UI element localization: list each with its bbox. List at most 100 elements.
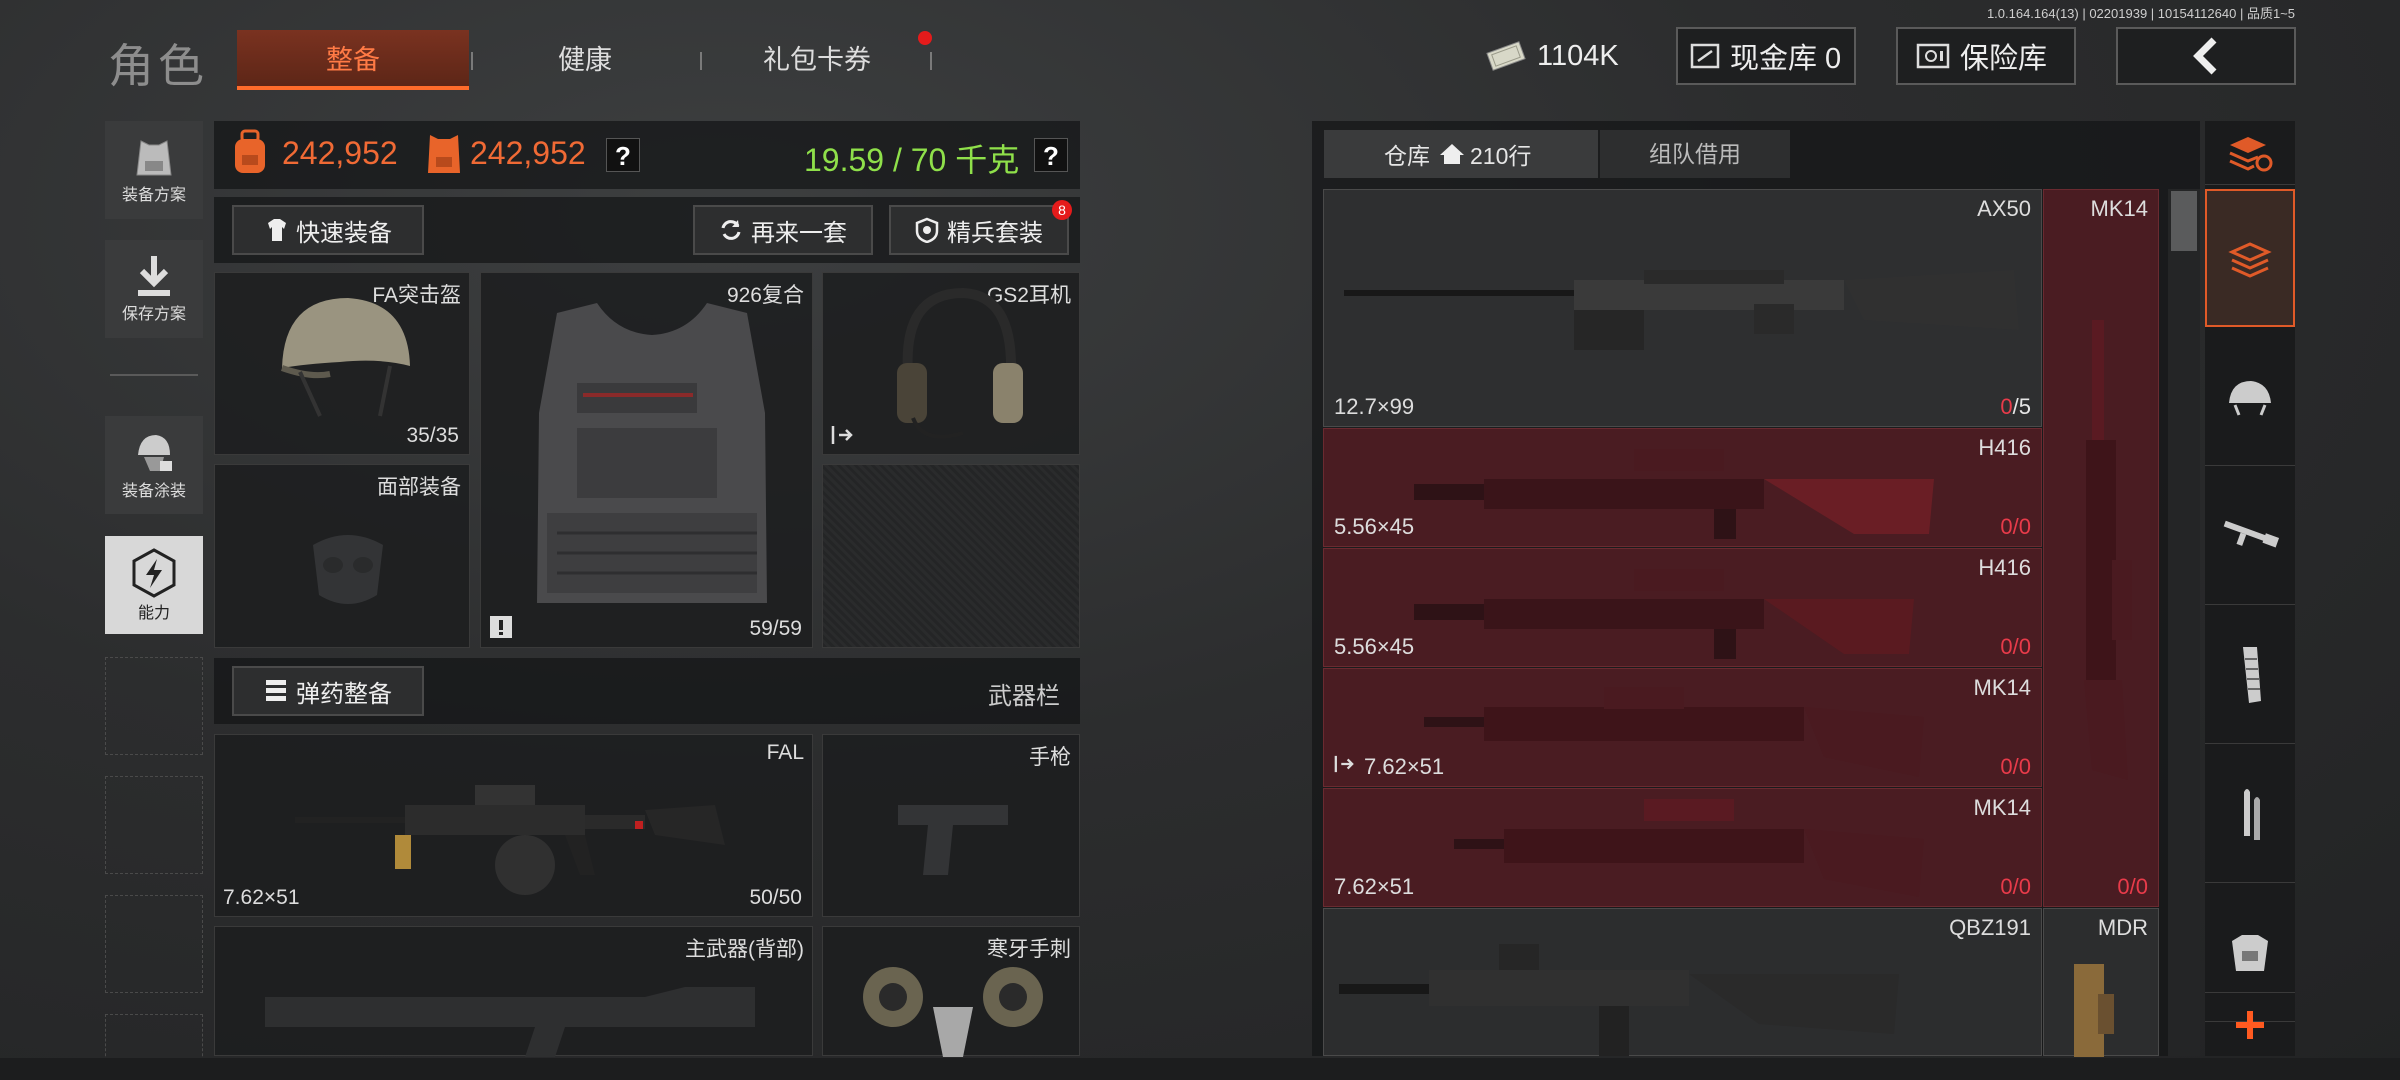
- weapon-card-ax50[interactable]: AX50 12.7×99 0/5: [1323, 189, 2042, 427]
- headset-image: [897, 287, 1023, 439]
- weapon-card-qbz191[interactable]: QBZ191: [1323, 908, 2042, 1056]
- weapon-ammo-used: 0: [2000, 514, 2013, 539]
- face-slot[interactable]: 面部装备: [214, 464, 470, 648]
- all-items-icon: [2228, 242, 2272, 278]
- warehouse-scrollbar[interactable]: [2168, 189, 2200, 1056]
- mask-placeholder-icon: [313, 535, 383, 604]
- melee-slot[interactable]: 寒牙手刺: [822, 926, 1080, 1057]
- mk14-vertical-image: [2084, 320, 2132, 780]
- bottom-bar: [0, 1058, 2400, 1080]
- tab-warehouse[interactable]: 仓库 210行: [1324, 130, 1598, 178]
- back-weapon-slot[interactable]: 主武器(背部): [214, 926, 813, 1057]
- scroll-thumb[interactable]: [2171, 191, 2197, 251]
- armor-value-icon: [428, 135, 460, 173]
- weapon-ammo-used: 0: [2000, 754, 2013, 779]
- action-bar: 快速装备 再来一套 精兵套装 8: [214, 197, 1080, 263]
- refresh-icon: [721, 220, 741, 240]
- weapon-card-mk14[interactable]: MK14 7.62×51 0/0: [1323, 788, 2042, 907]
- save-plan-button[interactable]: 保存方案: [105, 240, 203, 338]
- help-button[interactable]: ?: [606, 138, 640, 172]
- headset-slot[interactable]: GS2耳机: [822, 272, 1080, 455]
- weapon-card-h416[interactable]: H416 5.56×45 0/0: [1323, 428, 2042, 547]
- insurance-vault-button[interactable]: 保险库: [1896, 27, 2076, 85]
- weapon-card-mdr[interactable]: MDR: [2043, 908, 2159, 1057]
- weapon-card-mk14[interactable]: MK14 7.62×51 0/0: [1323, 668, 2042, 787]
- weapon-caliber: 5.56×45: [1334, 514, 1415, 539]
- weapon-name: MK14: [1973, 795, 2031, 820]
- money-display: 1104K: [1485, 27, 1635, 85]
- weapon-caliber: 7.62×51: [1364, 754, 1445, 779]
- back-arrow-icon: [2193, 37, 2217, 75]
- weapon-name: MK14: [2090, 196, 2148, 221]
- category-magazine[interactable]: [2205, 606, 2295, 744]
- again-button[interactable]: 再来一套: [693, 205, 873, 255]
- tab-health[interactable]: 健康: [480, 30, 690, 90]
- weapon-ammo-used: 0: [2000, 634, 2013, 659]
- category-helmet[interactable]: [2205, 328, 2295, 466]
- weapon-ammo-max: 0: [2135, 874, 2148, 899]
- weapon-card-h416[interactable]: H416 5.56×45 0/0: [1323, 548, 2042, 667]
- category-all[interactable]: [2205, 189, 2295, 327]
- tab-divider: [471, 52, 473, 70]
- backpack-icon: [235, 129, 265, 173]
- ammo-prep-button[interactable]: 弹药整备: [232, 666, 424, 716]
- back-button[interactable]: [2116, 27, 2296, 85]
- tab-team-borrow[interactable]: 组队借用: [1600, 130, 1790, 178]
- armor-image: [537, 303, 767, 603]
- quick-equip-button[interactable]: 快速装备: [232, 205, 424, 255]
- weapon-name: MK14: [1973, 675, 2031, 700]
- helmet-slot[interactable]: FA突击盔 35/35: [214, 272, 470, 455]
- download-icon: [138, 256, 170, 296]
- ability-button[interactable]: 能力: [105, 536, 203, 634]
- primary-weapon-name: FAL: [766, 741, 804, 764]
- empty-sidebar-slot: [105, 895, 203, 993]
- ax50-rifle-image: [1344, 270, 2019, 350]
- qbz191-rifle-image: [1339, 944, 1899, 1056]
- primary-weapon-slot[interactable]: FAL 7.62×51 50/50: [214, 734, 813, 917]
- weapon-ammo-max: 0: [2018, 754, 2031, 779]
- exit-icon: [1334, 755, 1354, 773]
- cash-vault-button[interactable]: 现金库 0: [1676, 27, 1856, 85]
- home-icon: [1440, 144, 1464, 164]
- vault-icon: [1690, 43, 1720, 69]
- money-value: 1104K: [1537, 39, 1619, 72]
- equip-plan-button[interactable]: 装备方案: [105, 121, 203, 219]
- page-title: 角色: [108, 40, 208, 92]
- weapon-card-mk14-vertical[interactable]: MK14 0/0: [2043, 189, 2159, 907]
- insurance-vault-label: 保险库: [1960, 43, 2048, 75]
- primary-ammo-count: 50/50: [749, 886, 802, 909]
- knuckle-knife-image: [863, 967, 1043, 1057]
- sidebar-divider: [110, 374, 198, 376]
- cash-vault-label: 现金库 0: [1730, 43, 1842, 75]
- elite-set-button[interactable]: 精兵套装: [889, 205, 1069, 255]
- skin-button[interactable]: 装备涂装: [105, 416, 203, 514]
- category-rifle[interactable]: [2205, 467, 2295, 605]
- weapon-name: MDR: [2097, 915, 2148, 940]
- add-category-button[interactable]: [2205, 992, 2295, 1056]
- weapon-ammo-used: 0: [2000, 394, 2013, 419]
- weapon-ammo-max: 0: [2018, 874, 2031, 899]
- warehouse-rows: 210行: [1470, 143, 1532, 169]
- primary-caliber: 7.62×51: [223, 886, 300, 909]
- weapon-ammo-max: 0: [2018, 514, 2031, 539]
- sidebar-item-label: 装备方案: [121, 187, 186, 204]
- pistol-slot[interactable]: 手枪: [822, 734, 1080, 917]
- elite-set-label: 精兵套装: [947, 219, 1043, 247]
- helmet-icon: [2229, 380, 2271, 416]
- insured-icon: [490, 616, 512, 638]
- weight-help-button[interactable]: ?: [1034, 138, 1068, 172]
- sort-button[interactable]: [2205, 121, 2295, 185]
- empty-gear-slot[interactable]: [822, 464, 1080, 648]
- tab-gift-cards[interactable]: 礼包卡券: [712, 30, 922, 90]
- warehouse-tab-label: 仓库: [1384, 143, 1430, 169]
- tab-equip[interactable]: 整备: [237, 30, 469, 90]
- armor-slot[interactable]: 926复合 59/59: [480, 272, 813, 648]
- empty-sidebar-slot: [105, 776, 203, 874]
- weapon-caliber: 12.7×99: [1334, 394, 1415, 419]
- category-ammo[interactable]: [2205, 745, 2295, 883]
- ammo-stack-icon: [266, 680, 286, 701]
- armor-durability: 59/59: [749, 617, 802, 640]
- weapon-name: H416: [1978, 555, 2031, 580]
- elite-badge: 8: [1052, 200, 1072, 220]
- ability-icon: [132, 548, 176, 598]
